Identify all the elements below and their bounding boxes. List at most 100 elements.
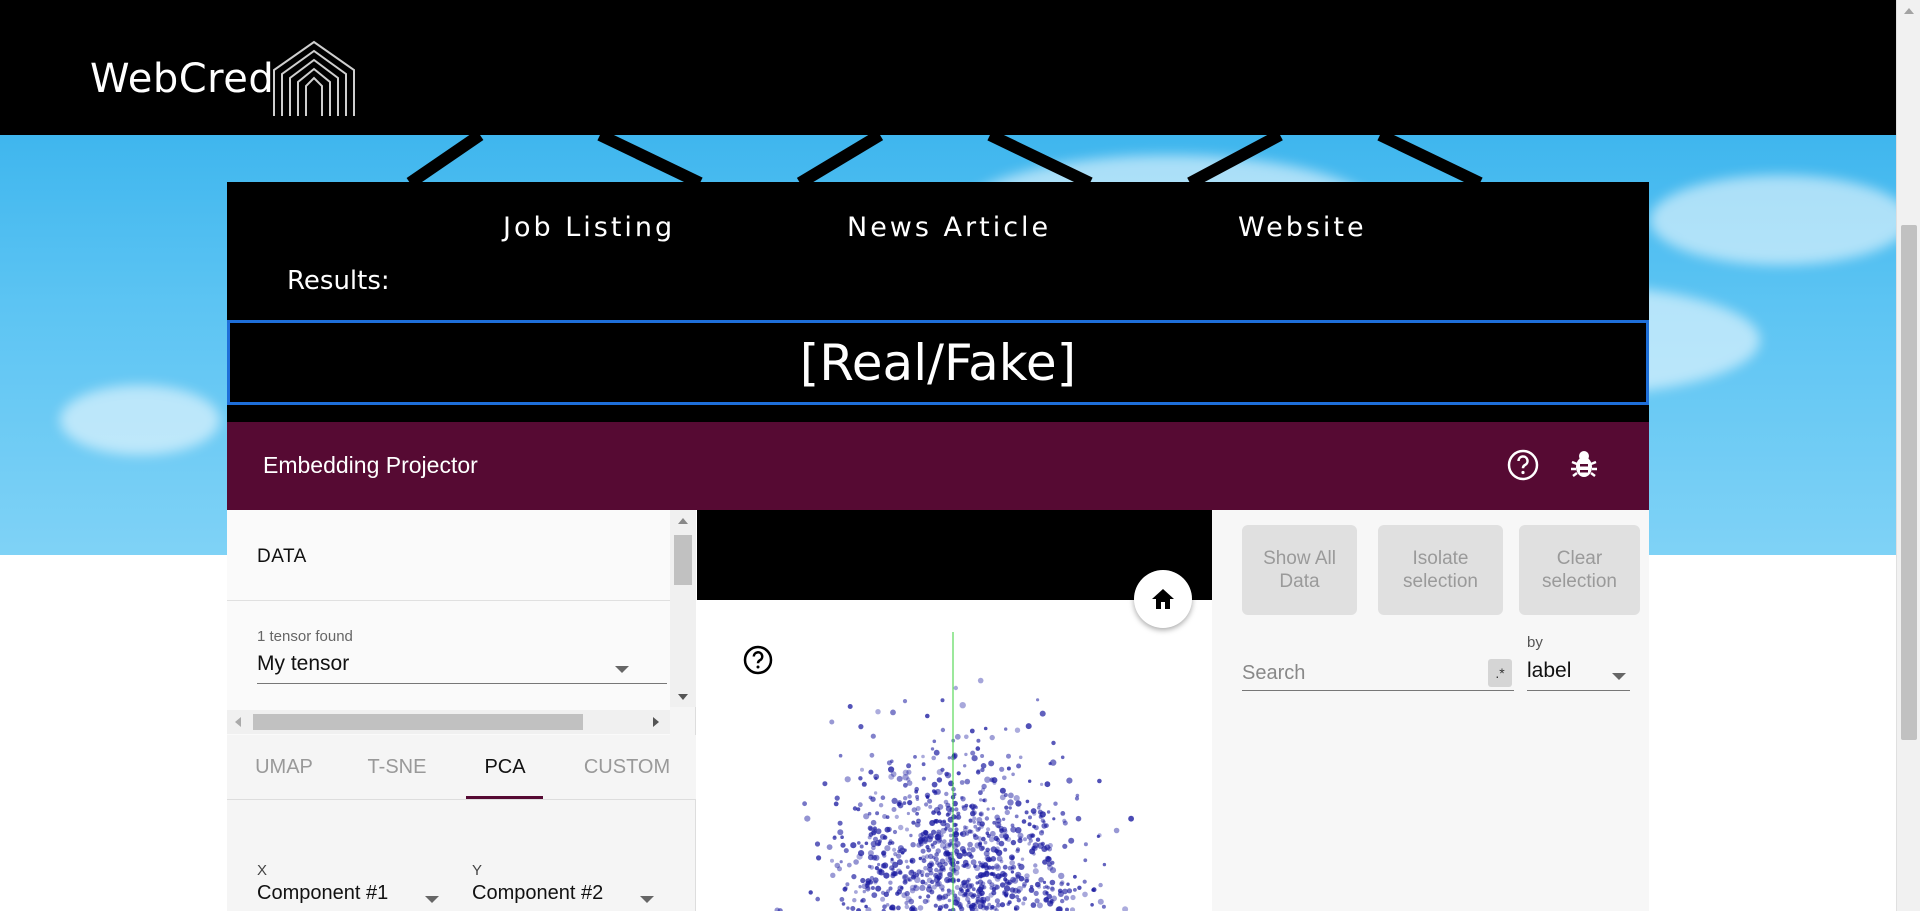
scatter-point[interactable] [1023,837,1027,842]
scatter-point[interactable] [998,840,1005,847]
scatter-point[interactable] [932,855,936,860]
scatter-point[interactable] [860,767,864,772]
scatter-point[interactable] [815,896,820,902]
scatter-point[interactable] [989,886,994,890]
scatter-point[interactable] [1050,886,1055,891]
scatter-point[interactable] [1082,891,1088,898]
scatter-point[interactable] [964,778,971,785]
scatter-point[interactable] [1045,856,1052,863]
nav-job-listing[interactable]: Job Listing [503,212,675,243]
scatter-point[interactable] [862,889,866,894]
scatter-point[interactable] [892,861,899,868]
scatter-point[interactable] [934,788,941,795]
scatter-point[interactable] [926,899,930,903]
scatter-point[interactable] [1001,817,1006,821]
scatter-point[interactable] [894,814,899,819]
scatter-point[interactable] [959,832,964,836]
scatter-point[interactable] [954,733,961,740]
scatter-point[interactable] [913,884,918,888]
scatter-point[interactable] [897,845,904,852]
scatter-point[interactable] [947,827,953,833]
scatter-point[interactable] [882,835,888,840]
scatter-point[interactable] [1030,902,1037,908]
scatter-point[interactable] [988,760,995,767]
scatter-point[interactable] [979,824,984,829]
scatter-point[interactable] [1009,860,1015,866]
scatter-point[interactable] [1049,879,1056,886]
tab-tsne[interactable]: T-SNE [352,735,442,800]
scatter-point[interactable] [906,811,910,816]
scatter-point[interactable] [964,752,968,757]
scatter-point[interactable] [1053,801,1058,806]
scatter-point[interactable] [1077,885,1082,890]
scatter-point[interactable] [833,801,839,807]
scatter-point[interactable] [869,752,875,758]
scatter-point[interactable] [969,829,974,834]
help-circle-icon[interactable] [742,644,774,676]
scatter-point[interactable] [962,892,968,898]
scatter-point[interactable] [877,862,881,867]
scatter-point[interactable] [1058,872,1065,880]
scatter-point[interactable] [982,798,988,803]
scatter-point[interactable] [882,814,888,819]
scatter-point[interactable] [1040,782,1044,786]
scatter-point[interactable] [994,898,1000,904]
scatter-point[interactable] [873,854,880,861]
scatter-point[interactable] [944,771,949,777]
scatter-point[interactable] [937,905,943,911]
scatter-point[interactable] [1075,815,1082,822]
scatter-point[interactable] [915,806,921,811]
scatter-point[interactable] [972,810,977,815]
scatter-point[interactable] [890,771,897,777]
scatter-point[interactable] [985,856,992,863]
scatter-point[interactable] [1004,893,1008,898]
scatter-point[interactable] [1011,772,1015,777]
scatter-point[interactable] [953,685,958,691]
scatter-point[interactable] [865,886,871,892]
scatter-point[interactable] [898,824,904,831]
scatter-point[interactable] [903,879,908,883]
scatter-point[interactable] [875,709,881,715]
scatter-point[interactable] [1036,902,1043,909]
scroll-thumb[interactable] [253,714,583,730]
scatter-point[interactable] [967,841,973,848]
scatter-point[interactable] [1020,857,1025,861]
scatter-point[interactable] [1060,811,1066,816]
scatter-point[interactable] [901,892,908,899]
scatter-point[interactable] [858,724,864,730]
scatter-point[interactable] [925,795,930,799]
scatter-point[interactable] [994,863,1000,869]
scatter-point[interactable] [869,875,874,881]
scatter-point[interactable] [840,835,844,839]
scatter-point[interactable] [891,797,898,804]
scatter-point[interactable] [892,829,898,835]
scatter-point[interactable] [937,804,944,810]
scatter-point[interactable] [1102,862,1107,867]
scatter-point[interactable] [888,904,895,911]
scatter-point[interactable] [911,820,916,825]
scatter-point[interactable] [927,884,932,889]
scatter-point[interactable] [1068,837,1075,844]
scatter-point[interactable] [839,897,845,902]
scatter-point[interactable] [977,842,983,847]
scatter-point[interactable] [981,864,985,869]
scatter-point[interactable] [924,802,929,807]
scatter-point[interactable] [804,815,811,822]
scatter-point[interactable] [904,859,909,864]
scatter-point[interactable] [935,848,941,854]
scatter-point[interactable] [843,848,849,854]
scatter-point[interactable] [802,801,807,807]
scatter-point[interactable] [882,853,887,858]
scatter-point[interactable] [1025,723,1032,730]
scatter-point[interactable] [1006,753,1011,759]
scatter-point[interactable] [844,776,851,783]
scatter-point[interactable] [1060,880,1065,885]
scatter-point[interactable] [834,795,840,801]
scatter-point[interactable] [954,827,959,832]
scatter-point[interactable] [859,844,864,849]
scatter-point[interactable] [1015,874,1021,879]
tab-umap[interactable]: UMAP [239,735,329,800]
scatter-point[interactable] [940,727,946,733]
scatter-point[interactable] [983,726,988,731]
result-output-box[interactable]: [Real/Fake] [227,320,1649,405]
